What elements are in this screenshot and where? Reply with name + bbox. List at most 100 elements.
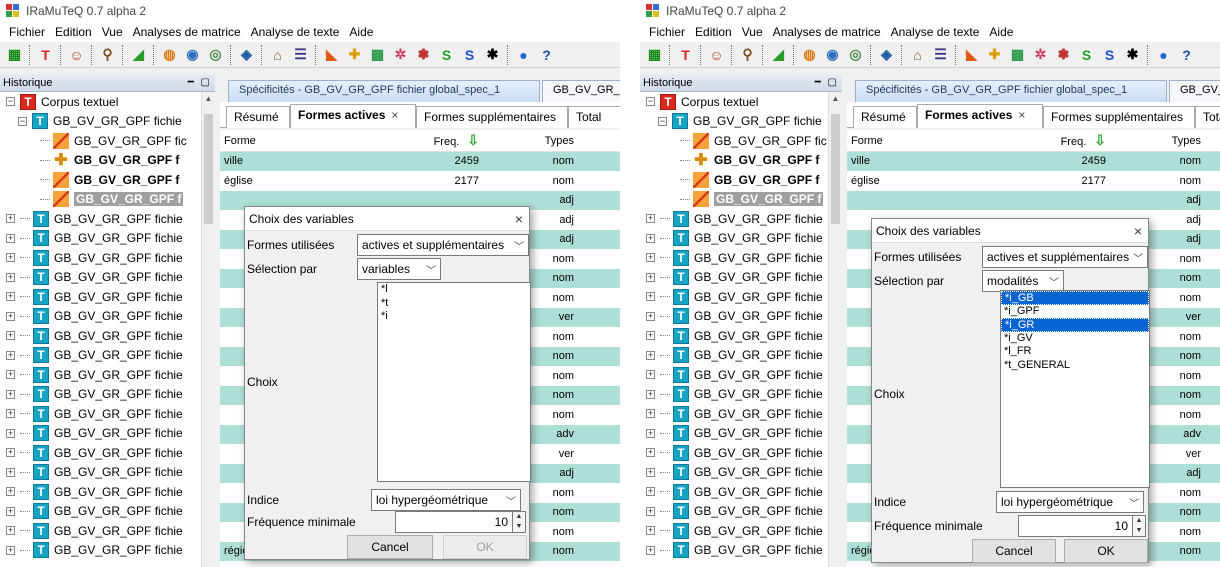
- tree-collapsed-file[interactable]: + T GB_GV_GR_GPF fichie: [0, 404, 201, 424]
- stats-icon[interactable]: ◢: [768, 44, 789, 65]
- compass-icon[interactable]: ◈: [236, 44, 257, 65]
- tree-collapsed-file[interactable]: + T GB_GV_GR_GPF fichie: [640, 463, 828, 483]
- expand-icon[interactable]: +: [646, 253, 655, 263]
- expand-icon[interactable]: +: [6, 448, 15, 458]
- tab-formes-supplementaires[interactable]: Formes supplémentaires: [416, 106, 568, 128]
- expand-icon[interactable]: +: [646, 350, 655, 360]
- text-corpus-icon[interactable]: T: [35, 44, 56, 65]
- expand-icon[interactable]: +: [646, 506, 655, 516]
- tree-collapsed-file[interactable]: + T GB_GV_GR_GPF fichie: [0, 502, 201, 522]
- tree-collapsed-file[interactable]: + T GB_GV_GR_GPF fichie: [640, 346, 828, 366]
- tree-collapsed-file[interactable]: + T GB_GV_GR_GPF fichie: [640, 287, 828, 307]
- expand-icon[interactable]: +: [646, 545, 655, 555]
- expand-icon[interactable]: +: [6, 467, 15, 477]
- tree-analysis-item[interactable]: GB_GV_GR_GPF fic: [0, 131, 201, 151]
- plus-icon[interactable]: ✚: [984, 44, 1005, 65]
- tree-analysis-item[interactable]: GB_GV_GR_GPF fic: [640, 131, 828, 151]
- indice-select[interactable]: loi hypergéométrique ﹀: [996, 491, 1144, 513]
- round-icon[interactable]: ◎: [845, 44, 866, 65]
- expand-icon[interactable]: +: [6, 214, 15, 224]
- col-forme-header[interactable]: Forme: [220, 135, 373, 147]
- expand-icon[interactable]: +: [6, 487, 15, 497]
- asterisk-icon[interactable]: ✱: [482, 44, 503, 65]
- spinner-arrows-icon[interactable]: ▲ ▼: [1133, 515, 1146, 537]
- expand-icon[interactable]: +: [646, 389, 655, 399]
- tree-collapsed-file[interactable]: + T GB_GV_GR_GPF fichie: [0, 287, 201, 307]
- tree-collapsed-file[interactable]: + T GB_GV_GR_GPF fichie: [0, 424, 201, 444]
- freq-spinner-value[interactable]: 10: [395, 511, 513, 533]
- collapse-icon[interactable]: −: [18, 116, 27, 126]
- list-item[interactable]: *t_GENERAL: [1001, 359, 1149, 373]
- tab-total[interactable]: Total: [568, 106, 620, 128]
- collapse-icon[interactable]: −: [6, 97, 15, 107]
- choix-listbox[interactable]: *l *t *i: [377, 282, 531, 482]
- expand-icon[interactable]: +: [6, 409, 15, 419]
- menu-edition[interactable]: Edition: [50, 25, 97, 39]
- tree-collapsed-file[interactable]: + T GB_GV_GR_GPF fichie: [640, 307, 828, 327]
- expand-icon[interactable]: +: [646, 292, 655, 302]
- expand-icon[interactable]: +: [646, 214, 655, 224]
- expand-icon[interactable]: +: [6, 370, 15, 380]
- tree-collapsed-file[interactable]: + T GB_GV_GR_GPF fichie: [0, 307, 201, 327]
- scroll-up-icon[interactable]: ▲: [202, 94, 215, 103]
- tree-collapsed-file[interactable]: + T GB_GV_GR_GPF fichie: [640, 229, 828, 249]
- help-icon[interactable]: ?: [1176, 44, 1197, 65]
- list-item[interactable]: *t: [378, 297, 530, 311]
- tree-collapsed-file[interactable]: + T GB_GV_GR_GPF fichie: [640, 521, 828, 541]
- similarity-icon[interactable]: ❃: [413, 44, 434, 65]
- tree-root-corpus[interactable]: − T Corpus textuel: [0, 92, 201, 112]
- similarity-icon[interactable]: ❃: [1053, 44, 1074, 65]
- tree-analysis-item[interactable]: GB_GV_GR_GPF f: [640, 170, 828, 190]
- tree-collapsed-file[interactable]: + T GB_GV_GR_GPF fichie: [640, 502, 828, 522]
- s-blue-icon[interactable]: S: [1099, 44, 1120, 65]
- network-icon[interactable]: ⚲: [97, 44, 118, 65]
- circle-icon[interactable]: ◉: [822, 44, 843, 65]
- tree-collapsed-file[interactable]: + T GB_GV_GR_GPF fichie: [0, 385, 201, 405]
- tree-collapsed-file[interactable]: + T GB_GV_GR_GPF fichie: [0, 248, 201, 268]
- scroll-up-icon[interactable]: ▲: [829, 94, 842, 103]
- list-item[interactable]: *i_GR: [1001, 318, 1149, 332]
- tree-collapsed-file[interactable]: + T GB_GV_GR_GPF fichie: [0, 443, 201, 463]
- list-item[interactable]: *i: [378, 310, 530, 324]
- tree-root-corpus[interactable]: − T Corpus textuel: [640, 92, 828, 112]
- tree-collapsed-file[interactable]: + T GB_GV_GR_GPF fichie: [0, 268, 201, 288]
- tab-specificites[interactable]: Spécificités - GB_GV_GR_GPF fichier glob…: [228, 80, 540, 102]
- tree-collapsed-file[interactable]: + T GB_GV_GR_GPF fichie: [0, 346, 201, 366]
- tree-collapsed-file[interactable]: + T GB_GV_GR_GPF fichie: [640, 424, 828, 444]
- table-row[interactable]: ville 2459 nom: [220, 152, 620, 172]
- person-icon[interactable]: ☺: [66, 44, 87, 65]
- expand-icon[interactable]: +: [646, 311, 655, 321]
- scroll-thumb[interactable]: [831, 114, 840, 224]
- stats-icon[interactable]: ◢: [128, 44, 149, 65]
- tab-formes-actives[interactable]: Formes actives ×: [290, 104, 416, 128]
- expand-icon[interactable]: +: [6, 545, 15, 555]
- close-icon[interactable]: ×: [1018, 108, 1025, 122]
- plus-icon[interactable]: ✚: [344, 44, 365, 65]
- tab-formes-actives[interactable]: Formes actives ×: [917, 104, 1043, 128]
- tree-collapsed-file[interactable]: + T GB_GV_GR_GPF fichie: [640, 248, 828, 268]
- compass-icon[interactable]: ◈: [876, 44, 897, 65]
- tree-corpus-file[interactable]: − T GB_GV_GR_GPF fichie: [0, 112, 201, 132]
- selection-select[interactable]: variables ﹀: [357, 258, 441, 280]
- tree-analysis-item[interactable]: ✚ GB_GV_GR_GPF f: [0, 151, 201, 171]
- collapse-icon[interactable]: −: [658, 116, 667, 126]
- tree-collapsed-file[interactable]: + T GB_GV_GR_GPF fichie: [0, 229, 201, 249]
- expand-icon[interactable]: +: [646, 233, 655, 243]
- close-icon[interactable]: ×: [1134, 223, 1142, 239]
- cancel-button[interactable]: Cancel: [347, 535, 433, 559]
- help-circle-icon[interactable]: ◍: [799, 44, 820, 65]
- menu-aide[interactable]: Aide: [984, 25, 1018, 39]
- indice-select[interactable]: loi hypergéométrique ﹀: [371, 489, 521, 511]
- s-green-icon[interactable]: S: [1076, 44, 1097, 65]
- table-icon[interactable]: ▦: [644, 44, 665, 65]
- expand-icon[interactable]: +: [646, 467, 655, 477]
- expand-icon[interactable]: +: [6, 292, 15, 302]
- tree-collapsed-file[interactable]: + T GB_GV_GR_GPF fichie: [0, 365, 201, 385]
- expand-icon[interactable]: +: [646, 428, 655, 438]
- s-blue-icon[interactable]: S: [459, 44, 480, 65]
- list-icon[interactable]: ☰: [290, 44, 311, 65]
- history-scrollbar[interactable]: ▲: [201, 92, 215, 567]
- table-icon[interactable]: ▦: [4, 44, 25, 65]
- cancel-button[interactable]: Cancel: [972, 539, 1056, 563]
- tree-collapsed-file[interactable]: + T GB_GV_GR_GPF fichie: [0, 326, 201, 346]
